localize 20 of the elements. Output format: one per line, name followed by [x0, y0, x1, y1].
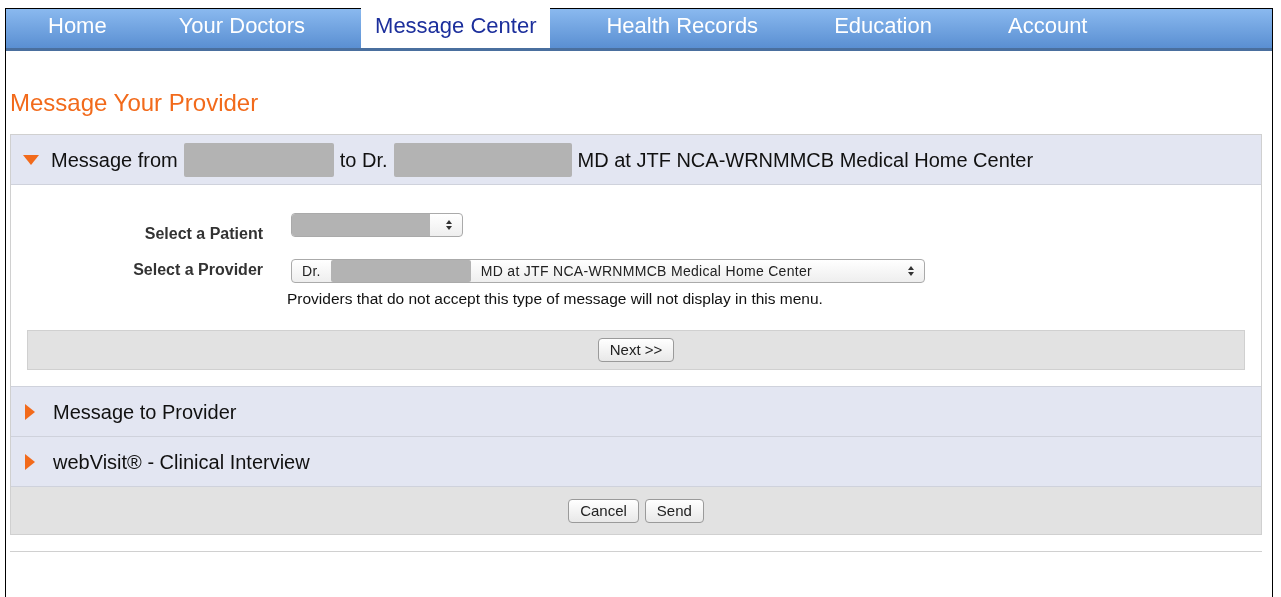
select-dropdown[interactable]: Dr. MD at JTF NCA-WRNMMCB Medical Home Center [291, 259, 925, 283]
help-text: Providers that do not accept this type of message will not display in this menu. [287, 289, 824, 309]
section-header[interactable]: Message to Provider [11, 387, 1261, 438]
field-label: Select a Provider [132, 260, 263, 280]
stepper-arrows-icon [908, 266, 914, 276]
section-header[interactable]: webVisit® - Clinical Interview [11, 437, 1261, 488]
page-title: Message Your Provider [10, 89, 260, 117]
button[interactable]: Send [644, 498, 704, 523]
section-header[interactable]: Message from to Dr. MD at JTF NCA-WRNMMCB Medical Home Center [11, 135, 1261, 185]
section-title: to Dr. [339, 147, 388, 173]
select-dropdown[interactable] [291, 213, 463, 237]
field-label: Select a Patient [143, 224, 263, 244]
section-title: webVisit® - Clinical Interview [53, 449, 310, 475]
section-title: MD at JTF NCA-WRNMMCB Medical Home Center [577, 147, 1034, 173]
section-title: Message to Provider [53, 399, 237, 425]
button[interactable]: Cancel [568, 498, 639, 523]
button[interactable]: Next >> [597, 338, 675, 363]
nav-tab[interactable]: Message Center [361, 6, 551, 48]
section-title: Message from [51, 147, 178, 173]
stepper-arrows-icon [446, 220, 452, 230]
